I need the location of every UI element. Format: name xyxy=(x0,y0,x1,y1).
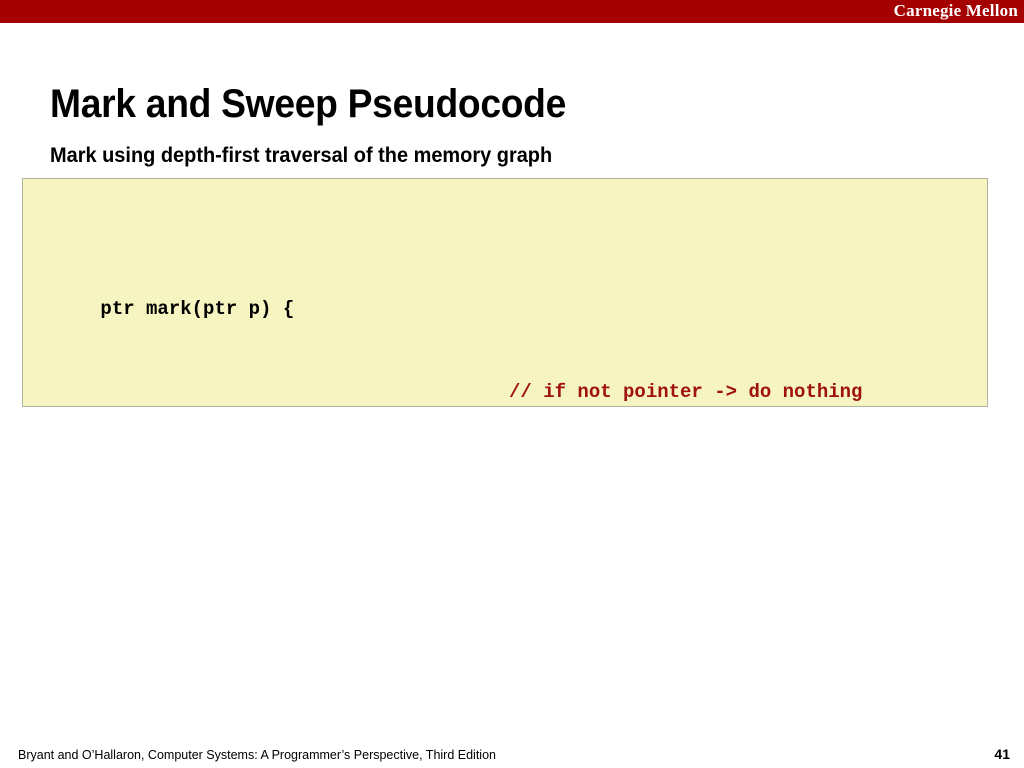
page-number: 41 xyxy=(994,746,1010,762)
code-line: ptr mark(ptr p) { xyxy=(32,269,465,320)
top-banner: Carnegie Mellon xyxy=(0,0,1024,23)
institution-name: Carnegie Mellon xyxy=(893,1,1018,20)
code-line: if (!is_ptr(p)) return; // if not pointe… xyxy=(32,379,862,407)
page-title: Mark and Sweep Pseudocode xyxy=(50,81,567,126)
code-line-text: ptr mark(ptr p) { xyxy=(100,298,295,320)
footer-attribution: Bryant and O’Hallaron, Computer Systems:… xyxy=(18,748,496,762)
code-listing: ptr mark(ptr p) { if (!is_ptr(p)) return… xyxy=(32,186,862,407)
code-line-comment: // if not pointer -> do nothing xyxy=(509,380,863,403)
code-block: ptr mark(ptr p) { if (!is_ptr(p)) return… xyxy=(22,178,988,407)
slide-subtitle: Mark using depth-first traversal of the … xyxy=(50,144,553,167)
